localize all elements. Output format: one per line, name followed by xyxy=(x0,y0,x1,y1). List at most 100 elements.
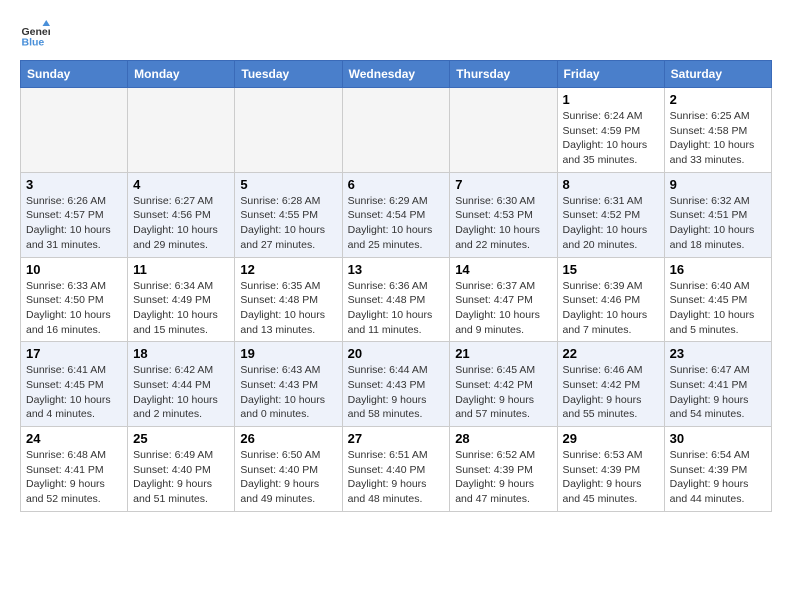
calendar-day-cell: 30 Sunrise: 6:54 AM Sunset: 4:39 PM Dayli… xyxy=(664,427,771,512)
calendar-table: SundayMondayTuesdayWednesdayThursdayFrid… xyxy=(20,60,772,512)
calendar-day-cell: 19Sunrise: 6:43 AM Sunset: 4:43 PM Dayli… xyxy=(235,342,342,427)
day-number: 28 xyxy=(455,431,551,446)
day-info: Sunrise: 6:32 AM Sunset: 4:51 PM Dayligh… xyxy=(670,194,766,253)
weekday-header: Sunday xyxy=(21,61,128,88)
day-info: Sunrise: 6:48 AM Sunset: 4:41 PM Dayligh… xyxy=(26,448,122,507)
calendar-week-row: 24 Sunrise: 6:48 AM Sunset: 4:41 PM Dayli… xyxy=(21,427,772,512)
day-number: 30 xyxy=(670,431,766,446)
calendar-day-cell: 16 Sunrise: 6:40 AM Sunset: 4:45 PM Dayli… xyxy=(664,257,771,342)
calendar-day-cell: 3 Sunrise: 6:26 AM Sunset: 4:57 PM Daylig… xyxy=(21,172,128,257)
day-info: Sunrise: 6:34 AM Sunset: 4:49 PM Dayligh… xyxy=(133,279,229,338)
day-info: Sunrise: 6:39 AM Sunset: 4:46 PM Dayligh… xyxy=(563,279,659,338)
day-number: 3 xyxy=(26,177,122,192)
calendar-week-row: 1Sunrise: 6:24 AM Sunset: 4:59 PM Daylig… xyxy=(21,88,772,173)
calendar-day-cell: 4 Sunrise: 6:27 AM Sunset: 4:56 PM Daylig… xyxy=(128,172,235,257)
day-number: 16 xyxy=(670,262,766,277)
day-number: 4 xyxy=(133,177,229,192)
calendar-day-cell: 6Sunrise: 6:29 AM Sunset: 4:54 PM Daylig… xyxy=(342,172,450,257)
calendar-day-cell: 20Sunrise: 6:44 AM Sunset: 4:43 PM Dayli… xyxy=(342,342,450,427)
calendar-day-cell: 23Sunrise: 6:47 AM Sunset: 4:41 PM Dayli… xyxy=(664,342,771,427)
day-info: Sunrise: 6:41 AM Sunset: 4:45 PM Dayligh… xyxy=(26,363,122,422)
calendar-day-cell: 13 Sunrise: 6:36 AM Sunset: 4:48 PM Dayli… xyxy=(342,257,450,342)
day-number: 9 xyxy=(670,177,766,192)
day-number: 21 xyxy=(455,346,551,361)
day-number: 12 xyxy=(240,262,336,277)
day-info: Sunrise: 6:49 AM Sunset: 4:40 PM Dayligh… xyxy=(133,448,229,507)
calendar-day-cell: 24 Sunrise: 6:48 AM Sunset: 4:41 PM Dayli… xyxy=(21,427,128,512)
weekday-header: Tuesday xyxy=(235,61,342,88)
calendar-week-row: 10 Sunrise: 6:33 AM Sunset: 4:50 PM Dayli… xyxy=(21,257,772,342)
day-number: 10 xyxy=(26,262,122,277)
day-number: 13 xyxy=(348,262,445,277)
calendar-day-cell: 5 Sunrise: 6:28 AM Sunset: 4:55 PM Daylig… xyxy=(235,172,342,257)
day-info: Sunrise: 6:40 AM Sunset: 4:45 PM Dayligh… xyxy=(670,279,766,338)
calendar-week-row: 3 Sunrise: 6:26 AM Sunset: 4:57 PM Daylig… xyxy=(21,172,772,257)
weekday-header: Monday xyxy=(128,61,235,88)
calendar-day-cell: 15 Sunrise: 6:39 AM Sunset: 4:46 PM Dayli… xyxy=(557,257,664,342)
day-info: Sunrise: 6:27 AM Sunset: 4:56 PM Dayligh… xyxy=(133,194,229,253)
page-header: General Blue xyxy=(20,20,772,50)
day-number: 11 xyxy=(133,262,229,277)
day-info: Sunrise: 6:25 AM Sunset: 4:58 PM Dayligh… xyxy=(670,109,766,168)
day-info: Sunrise: 6:26 AM Sunset: 4:57 PM Dayligh… xyxy=(26,194,122,253)
calendar-day-cell xyxy=(128,88,235,173)
day-info: Sunrise: 6:46 AM Sunset: 4:42 PM Dayligh… xyxy=(563,363,659,422)
day-info: Sunrise: 6:53 AM Sunset: 4:39 PM Dayligh… xyxy=(563,448,659,507)
day-info: Sunrise: 6:50 AM Sunset: 4:40 PM Dayligh… xyxy=(240,448,336,507)
day-number: 17 xyxy=(26,346,122,361)
day-number: 25 xyxy=(133,431,229,446)
calendar-day-cell: 1Sunrise: 6:24 AM Sunset: 4:59 PM Daylig… xyxy=(557,88,664,173)
day-number: 19 xyxy=(240,346,336,361)
weekday-header: Friday xyxy=(557,61,664,88)
calendar-day-cell: 18Sunrise: 6:42 AM Sunset: 4:44 PM Dayli… xyxy=(128,342,235,427)
calendar-day-cell: 12 Sunrise: 6:35 AM Sunset: 4:48 PM Dayli… xyxy=(235,257,342,342)
calendar-day-cell: 2 Sunrise: 6:25 AM Sunset: 4:58 PM Daylig… xyxy=(664,88,771,173)
calendar-day-cell: 17 Sunrise: 6:41 AM Sunset: 4:45 PM Dayli… xyxy=(21,342,128,427)
svg-text:Blue: Blue xyxy=(22,37,45,49)
day-number: 20 xyxy=(348,346,445,361)
header-row: SundayMondayTuesdayWednesdayThursdayFrid… xyxy=(21,61,772,88)
day-info: Sunrise: 6:51 AM Sunset: 4:40 PM Dayligh… xyxy=(348,448,445,507)
calendar-day-cell xyxy=(342,88,450,173)
day-number: 23 xyxy=(670,346,766,361)
day-info: Sunrise: 6:24 AM Sunset: 4:59 PM Dayligh… xyxy=(563,109,659,168)
calendar-day-cell: 7Sunrise: 6:30 AM Sunset: 4:53 PM Daylig… xyxy=(450,172,557,257)
day-number: 26 xyxy=(240,431,336,446)
calendar-day-cell xyxy=(21,88,128,173)
day-info: Sunrise: 6:42 AM Sunset: 4:44 PM Dayligh… xyxy=(133,363,229,422)
calendar-day-cell xyxy=(450,88,557,173)
logo-icon: General Blue xyxy=(20,20,50,50)
weekday-header: Wednesday xyxy=(342,61,450,88)
calendar-day-cell: 26 Sunrise: 6:50 AM Sunset: 4:40 PM Dayli… xyxy=(235,427,342,512)
calendar-week-row: 17 Sunrise: 6:41 AM Sunset: 4:45 PM Dayli… xyxy=(21,342,772,427)
day-number: 7 xyxy=(455,177,551,192)
weekday-header: Thursday xyxy=(450,61,557,88)
day-info: Sunrise: 6:52 AM Sunset: 4:39 PM Dayligh… xyxy=(455,448,551,507)
day-number: 15 xyxy=(563,262,659,277)
day-number: 6 xyxy=(348,177,445,192)
calendar-day-cell: 22 Sunrise: 6:46 AM Sunset: 4:42 PM Dayli… xyxy=(557,342,664,427)
day-info: Sunrise: 6:28 AM Sunset: 4:55 PM Dayligh… xyxy=(240,194,336,253)
day-number: 24 xyxy=(26,431,122,446)
calendar-day-cell: 25 Sunrise: 6:49 AM Sunset: 4:40 PM Dayli… xyxy=(128,427,235,512)
day-info: Sunrise: 6:37 AM Sunset: 4:47 PM Dayligh… xyxy=(455,279,551,338)
day-number: 5 xyxy=(240,177,336,192)
day-number: 22 xyxy=(563,346,659,361)
calendar-day-cell: 14Sunrise: 6:37 AM Sunset: 4:47 PM Dayli… xyxy=(450,257,557,342)
logo: General Blue xyxy=(20,20,58,50)
weekday-header: Saturday xyxy=(664,61,771,88)
calendar-day-cell: 10 Sunrise: 6:33 AM Sunset: 4:50 PM Dayli… xyxy=(21,257,128,342)
calendar-day-cell: 8Sunrise: 6:31 AM Sunset: 4:52 PM Daylig… xyxy=(557,172,664,257)
calendar-day-cell: 9 Sunrise: 6:32 AM Sunset: 4:51 PM Daylig… xyxy=(664,172,771,257)
calendar-day-cell: 11 Sunrise: 6:34 AM Sunset: 4:49 PM Dayli… xyxy=(128,257,235,342)
day-info: Sunrise: 6:33 AM Sunset: 4:50 PM Dayligh… xyxy=(26,279,122,338)
day-info: Sunrise: 6:35 AM Sunset: 4:48 PM Dayligh… xyxy=(240,279,336,338)
day-number: 8 xyxy=(563,177,659,192)
day-number: 27 xyxy=(348,431,445,446)
day-info: Sunrise: 6:45 AM Sunset: 4:42 PM Dayligh… xyxy=(455,363,551,422)
day-info: Sunrise: 6:36 AM Sunset: 4:48 PM Dayligh… xyxy=(348,279,445,338)
day-number: 2 xyxy=(670,92,766,107)
calendar-day-cell: 28 Sunrise: 6:52 AM Sunset: 4:39 PM Dayli… xyxy=(450,427,557,512)
calendar-day-cell xyxy=(235,88,342,173)
day-info: Sunrise: 6:54 AM Sunset: 4:39 PM Dayligh… xyxy=(670,448,766,507)
